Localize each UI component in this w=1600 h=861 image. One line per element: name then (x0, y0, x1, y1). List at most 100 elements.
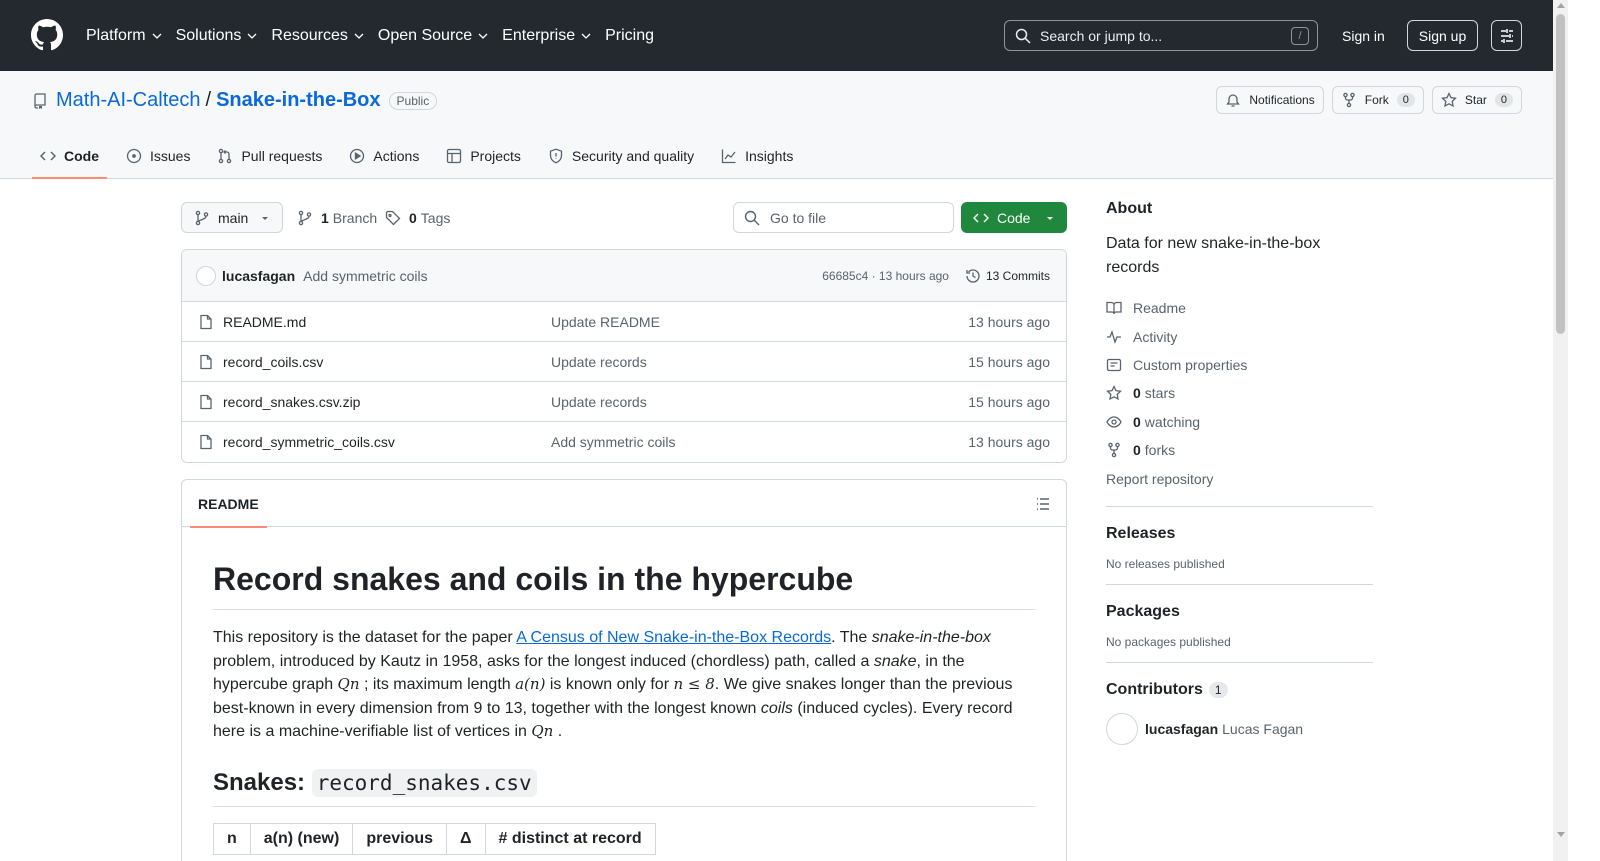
commit-message[interactable]: Add symmetric coils (303, 268, 427, 284)
note-icon (1106, 358, 1122, 372)
github-logo-icon[interactable] (31, 19, 63, 51)
avatar[interactable] (1106, 712, 1138, 745)
text-span: is known only for (545, 676, 674, 693)
file-commit-message[interactable]: Update README (551, 314, 660, 330)
custom-properties-link[interactable]: Custom properties (1106, 351, 1373, 379)
file-date: 15 hours ago (968, 353, 1050, 370)
code-dropdown-button[interactable]: Code (961, 202, 1067, 233)
star-button[interactable]: Star 0 (1431, 86, 1522, 114)
link-label: Readme (1133, 300, 1186, 317)
global-search-input[interactable]: Search or jump to... / (1004, 20, 1318, 51)
file-icon (200, 314, 212, 329)
tab-code[interactable]: Code (32, 134, 107, 179)
signup-button[interactable]: Sign up (1407, 20, 1478, 51)
watching-link[interactable]: 0 watching (1106, 408, 1373, 436)
readme-intro-paragraph: This repository is the dataset for the p… (213, 626, 1035, 744)
avatar[interactable] (196, 265, 216, 286)
code-button-label: Code (997, 209, 1031, 226)
readme-tab[interactable]: README (190, 480, 267, 528)
nav-platform[interactable]: Platform (86, 27, 162, 45)
tab-actions[interactable]: Actions (341, 134, 427, 178)
no-releases-text: No releases published (1106, 556, 1225, 571)
file-name-link[interactable]: record_snakes.csv.zip (223, 394, 551, 410)
chevron-down-icon (581, 33, 591, 39)
fork-icon (1108, 442, 1120, 458)
fork-button[interactable]: Fork 0 (1331, 86, 1424, 114)
file-commit-message[interactable]: Add symmetric coils (551, 434, 675, 450)
repo-name-link[interactable]: Snake-in-the-Box (216, 89, 380, 112)
branch-select-button[interactable]: main (181, 202, 283, 233)
nav-resources[interactable]: Resources (271, 27, 364, 45)
scroll-down-arrow-icon[interactable] (1557, 832, 1565, 837)
search-shortcut-badge: / (1291, 27, 1309, 45)
chevron-down-icon (247, 33, 257, 39)
branches-link[interactable]: 1 Branch (297, 202, 377, 233)
scroll-up-arrow-icon[interactable] (1557, 3, 1565, 8)
repo-owner-link[interactable]: Math-AI-Caltech (56, 89, 201, 112)
contributor-item[interactable]: lucasfagan Lucas Fagan (1106, 712, 1373, 745)
file-date: 13 hours ago (968, 434, 1050, 450)
column-header: # distinct at record (484, 822, 656, 855)
page-scrollbar[interactable] (1553, 0, 1568, 861)
divider (1106, 661, 1373, 663)
branch-name: main (218, 209, 249, 226)
releases-heading[interactable]: Releases (1106, 525, 1373, 543)
commits-history-link[interactable]: 13 Commits (965, 268, 1050, 284)
notifications-button[interactable]: Notifications (1216, 86, 1324, 114)
repo-header: Math-AI-Caltech / Snake-in-the-Box Publi… (0, 71, 1553, 179)
tags-link[interactable]: 0 Tags (385, 202, 450, 233)
tab-security[interactable]: Security and quality (540, 134, 702, 178)
commit-author[interactable]: lucasfagan (222, 268, 295, 284)
nav-solutions[interactable]: Solutions (176, 27, 258, 45)
tag-icon (385, 210, 401, 225)
menu-button[interactable] (1491, 20, 1522, 51)
nav-label: Solutions (175, 26, 242, 44)
tags-count: 0 (409, 209, 417, 226)
table-row: README.md Update README 13 hours ago (182, 302, 1066, 342)
column-header: a(n) (new) (249, 822, 354, 855)
forks-link[interactable]: 0 forks (1106, 436, 1373, 464)
nav-open-source[interactable]: Open Source (378, 27, 488, 45)
paper-link[interactable]: A Census of New Snake-in-the-Box Records (516, 629, 831, 646)
file-name-link[interactable]: README.md (223, 314, 551, 330)
readme-link[interactable]: Readme (1106, 294, 1373, 322)
file-commit-message[interactable]: Update records (551, 394, 647, 410)
emphasis-text: snake-in-the-box (871, 629, 991, 646)
caret-down-icon (262, 216, 268, 220)
nav-enterprise[interactable]: Enterprise (502, 27, 591, 45)
bell-icon (1226, 94, 1241, 107)
tab-projects[interactable]: Projects (438, 134, 529, 178)
scrollbar-thumb[interactable] (1556, 14, 1565, 334)
tab-label: Insights (745, 148, 794, 164)
history-icon (966, 268, 980, 283)
tab-label: Code (64, 148, 99, 164)
watching-label: watching (1144, 413, 1201, 430)
activity-link[interactable]: Activity (1106, 322, 1373, 350)
nav-label: Open Source (377, 26, 473, 44)
divider (1106, 583, 1373, 585)
nav-label: Pricing (605, 26, 654, 44)
nav-pricing[interactable]: Pricing (605, 27, 654, 45)
tab-issues[interactable]: Issues (118, 134, 198, 178)
file-name-link[interactable]: record_coils.csv (223, 354, 551, 370)
text-span: . (553, 723, 563, 740)
caret-down-icon (1047, 216, 1053, 220)
tab-pull-requests[interactable]: Pull requests (209, 134, 330, 178)
contributors-heading[interactable]: Contributors 1 (1106, 681, 1373, 699)
tab-label: Issues (150, 148, 191, 164)
go-to-file-input[interactable]: Go to file (733, 202, 954, 233)
commit-meta[interactable]: 66685c4 · 13 hours ago (822, 269, 949, 283)
table-row: record_snakes.csv.zip Update records 15 … (182, 382, 1066, 422)
sliders-icon (1500, 28, 1513, 43)
file-date: 15 hours ago (968, 393, 1050, 410)
file-name-link[interactable]: record_symmetric_coils.csv (223, 434, 551, 450)
outline-list-icon[interactable] (1035, 496, 1051, 512)
stars-link[interactable]: 0 stars (1106, 379, 1373, 407)
report-repository-link[interactable]: Report repository (1106, 464, 1373, 492)
file-commit-message[interactable]: Update records (551, 354, 647, 370)
global-nav: Platform Solutions Resources Open Source… (86, 0, 654, 71)
star-icon (1440, 92, 1457, 108)
tab-insights[interactable]: Insights (713, 134, 801, 178)
signin-link[interactable]: Sign in (1330, 20, 1397, 51)
packages-heading[interactable]: Packages (1106, 603, 1373, 621)
